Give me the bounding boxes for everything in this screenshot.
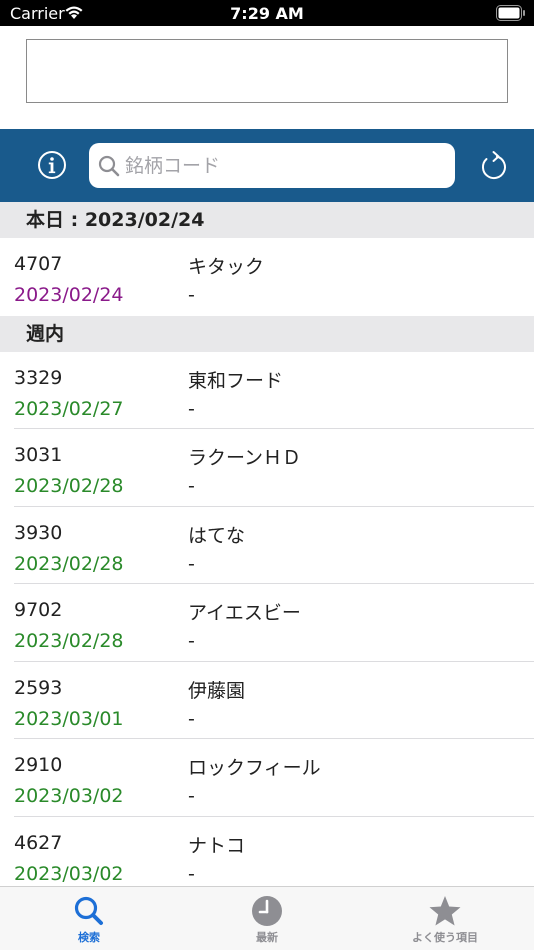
tab-favorites[interactable]: よく使う項目	[356, 887, 534, 950]
stock-code: 3031	[14, 444, 63, 466]
clock-icon	[252, 896, 282, 926]
tab-label: 検索	[78, 931, 100, 944]
event-date: 2023/02/28	[14, 552, 124, 575]
stock-detail: -	[188, 475, 195, 497]
event-date: 2023/03/02	[14, 785, 124, 807]
stock-code: 4707	[14, 253, 63, 275]
ad-area	[0, 26, 534, 129]
stock-name: はてな	[188, 524, 246, 547]
status-time: 7:29 AM	[230, 4, 304, 23]
list-item[interactable]: 3329 2023/02/27 東和フード -	[0, 351, 534, 429]
event-date: 2023/02/28	[14, 475, 124, 497]
stock-code: 3329	[14, 366, 63, 389]
tab-search[interactable]: 検索	[0, 887, 178, 950]
stock-name: 伊藤園	[188, 679, 246, 702]
stock-name: キタック	[188, 256, 265, 278]
stock-code: 4627	[14, 831, 63, 854]
battery-icon	[496, 5, 526, 21]
tab-bar: 検索 最新 よく使う項目	[0, 886, 534, 950]
stock-name: 東和フード	[188, 369, 284, 392]
stock-code: 9702	[14, 599, 63, 621]
stock-name: ラクーンＨＤ	[188, 447, 302, 469]
stock-detail: -	[188, 284, 195, 306]
search-icon	[97, 154, 121, 182]
ad-banner[interactable]	[26, 39, 508, 103]
search-icon	[74, 896, 103, 925]
event-date: 2023/02/24	[14, 284, 124, 306]
list-item[interactable]: 3930 2023/02/28 はてな -	[0, 506, 534, 584]
status-bar: Carrier 7:29 AM	[0, 0, 534, 26]
stock-detail: -	[188, 707, 195, 730]
search-header	[0, 129, 534, 202]
event-date: 2023/02/28	[14, 630, 124, 652]
search-field[interactable]	[89, 143, 455, 188]
tab-latest[interactable]: 最新	[178, 887, 356, 950]
tab-label: よく使う項目	[412, 931, 478, 944]
stock-detail: -	[188, 630, 195, 652]
stock-detail: -	[188, 397, 195, 420]
stock-code: 3930	[14, 521, 63, 544]
stock-detail: -	[188, 785, 195, 807]
stock-code: 2910	[14, 754, 63, 776]
refresh-button[interactable]	[478, 147, 510, 183]
section-header-week: 週内	[0, 315, 534, 352]
stock-name: ロックフィール	[188, 757, 321, 779]
stock-detail: -	[188, 862, 195, 885]
info-icon	[38, 151, 66, 179]
event-date: 2023/03/01	[14, 707, 124, 730]
app-screen: Carrier 7:29 AM 銘柄コード 本日: 2023/02/24 47…	[0, 0, 534, 950]
list-item[interactable]: 2910 2023/03/02 ロックフィール -	[0, 739, 534, 817]
event-date: 2023/02/27	[14, 397, 124, 420]
search-input[interactable]	[125, 143, 445, 188]
star-icon	[429, 896, 461, 926]
list-item[interactable]: 4707 2023/02/24 キタック -	[0, 238, 534, 316]
list-item[interactable]: 3031 2023/02/28 ラクーンＨＤ -	[0, 429, 534, 507]
info-button[interactable]	[36, 149, 68, 181]
tab-label: 最新	[256, 931, 278, 944]
stock-code: 2593	[14, 676, 63, 699]
list-item[interactable]: 9702 2023/02/28 アイエスビー -	[0, 584, 534, 662]
stock-list: 本日 : 2023/02/24 4707 2023/02/24 キタック - 週…	[0, 202, 534, 894]
refresh-icon	[482, 151, 506, 180]
event-date: 2023/03/02	[14, 862, 124, 885]
stock-name: ナトコ	[188, 834, 246, 857]
list-item[interactable]: 2593 2023/03/01 伊藤園 -	[0, 661, 534, 739]
stock-name: アイエスビー	[188, 602, 301, 624]
section-header-today: 本日 : 2023/02/24	[0, 202, 534, 238]
list-item[interactable]: 4627 2023/03/02 ナトコ -	[0, 816, 534, 894]
stock-detail: -	[188, 552, 195, 575]
